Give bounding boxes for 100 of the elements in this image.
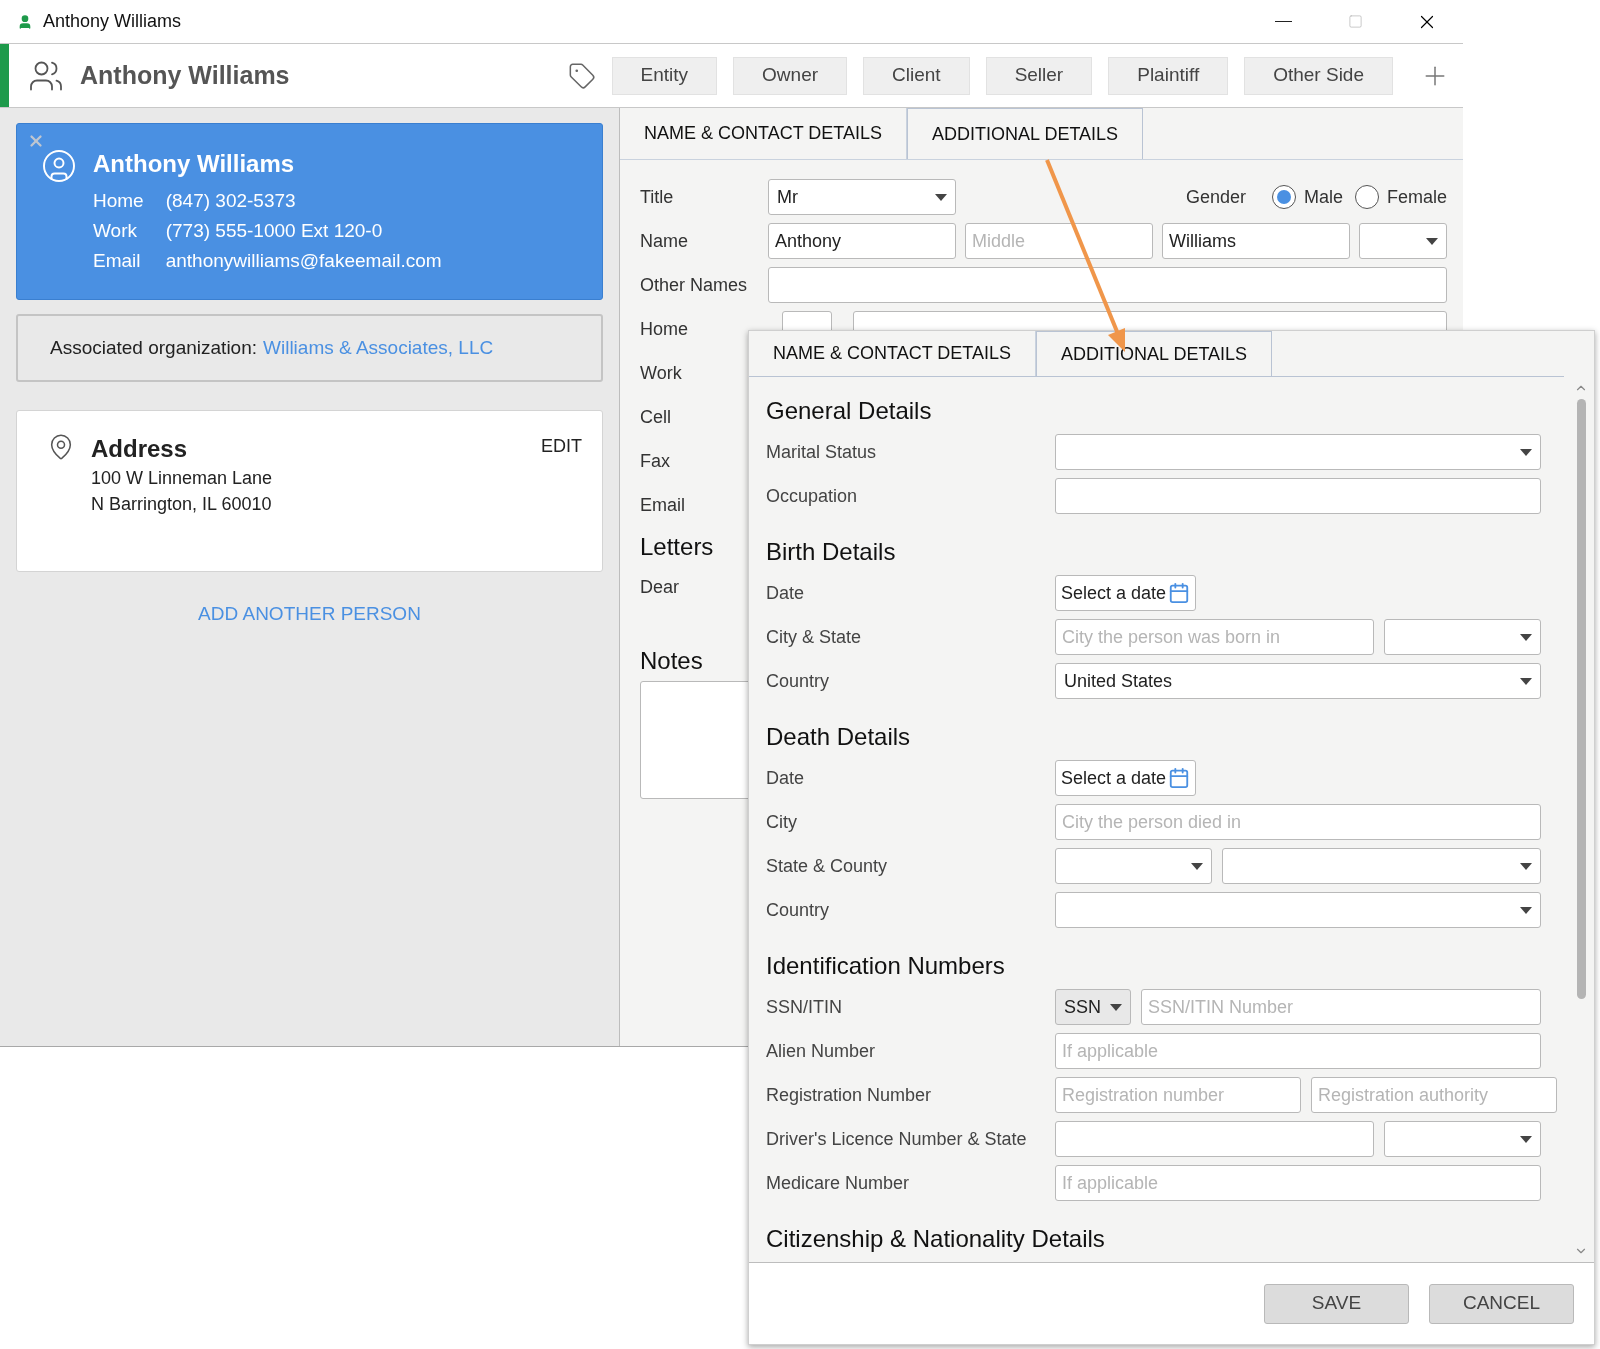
- dropdown[interactable]: [1222, 848, 1541, 884]
- text-field[interactable]: [1055, 1121, 1374, 1157]
- contact-value: (847) 302-5373: [165, 189, 297, 213]
- dropdown-caret-icon: [935, 193, 947, 201]
- text-field[interactable]: Williams: [1162, 223, 1350, 259]
- text-field[interactable]: If applicable: [1055, 1033, 1541, 1069]
- field-label: Title: [640, 185, 675, 209]
- contact-name: Anthony Williams: [80, 59, 290, 91]
- text-field[interactable]: [768, 267, 1447, 303]
- dropdown-caret-icon: [1520, 448, 1532, 456]
- address-line: 100 W Linneman Lane: [91, 467, 274, 490]
- address-line: N Barrington, IL 60010: [91, 493, 273, 516]
- dropdown-caret-icon: [1520, 862, 1532, 870]
- field-label: Medicare Number: [766, 1171, 911, 1195]
- field-label: Fax: [640, 449, 670, 473]
- contact-label: Work: [93, 219, 138, 243]
- dropdown-caret-icon: [1520, 633, 1532, 641]
- role-tag-button[interactable]: Entity: [611, 56, 718, 95]
- field-label: Work: [640, 361, 682, 385]
- accent-stripe: [0, 44, 9, 107]
- field-label: Alien Number: [766, 1039, 877, 1063]
- date-picker[interactable]: Select a date: [1055, 575, 1197, 611]
- field-label: Gender: [1185, 185, 1246, 209]
- text-field[interactable]: Registration authority: [1311, 1077, 1557, 1113]
- field-label: Occupation: [766, 484, 859, 508]
- field-label: Marital Status: [766, 440, 878, 464]
- role-tag-button[interactable]: Seller: [985, 56, 1093, 95]
- association-label: Associated organization:: [50, 335, 257, 360]
- window-title: Anthony Williams: [43, 10, 182, 33]
- field-label: Date: [766, 581, 806, 605]
- contact-value: (773) 555-1000 Ext 120-0: [165, 219, 384, 243]
- section-heading: Letters: [640, 532, 714, 562]
- tag-icon: [567, 61, 596, 90]
- dropdown[interactable]: SSN: [1055, 989, 1131, 1025]
- remove-icon[interactable]: [27, 132, 45, 150]
- field-label: Country: [766, 898, 831, 922]
- dropdown-caret-icon: [1110, 1003, 1122, 1011]
- dropdown[interactable]: [1055, 848, 1212, 884]
- user-icon: [41, 148, 77, 184]
- section-heading: General Details: [766, 396, 932, 426]
- radio-option[interactable]: Male: [1271, 183, 1343, 211]
- field-label: State & County: [766, 854, 889, 878]
- radio-option[interactable]: Female: [1354, 183, 1447, 211]
- field-label: City: [766, 810, 798, 834]
- person-icon: [17, 13, 33, 30]
- section-heading: Citizenship & Nationality Details: [766, 1224, 1105, 1254]
- text-field[interactable]: SSN/ITIN Number: [1141, 989, 1541, 1025]
- dropdown[interactable]: [1384, 1121, 1541, 1157]
- address-title: Address: [91, 434, 188, 464]
- dropdown[interactable]: United States: [1055, 663, 1541, 699]
- tab[interactable]: ADDITIONAL DETAILS: [907, 108, 1144, 159]
- field-label: Driver's Licence Number & State: [766, 1127, 1028, 1151]
- text-field[interactable]: Middle: [965, 223, 1153, 259]
- dropdown-caret-icon: [1520, 906, 1532, 914]
- dropdown[interactable]: [1384, 619, 1541, 655]
- field-label: SSN/ITIN: [766, 995, 843, 1019]
- field-label: Other Names: [640, 273, 749, 297]
- dropdown[interactable]: [1055, 892, 1541, 928]
- calendar-icon: [1168, 767, 1191, 789]
- text-field[interactable]: If applicable: [1055, 1165, 1541, 1201]
- field-label: Home: [640, 317, 689, 341]
- field-label: Name: [640, 229, 689, 253]
- contact-label: Email: [93, 249, 142, 273]
- action-button[interactable]: CANCEL: [1429, 1283, 1574, 1324]
- calendar-icon: [1168, 582, 1191, 604]
- role-tag-button[interactable]: Owner: [733, 56, 848, 95]
- maximize-icon: [1347, 14, 1363, 29]
- field-label: Registration Number: [766, 1083, 933, 1107]
- minimize-icon: [1274, 20, 1292, 23]
- dropdown-caret-icon: [1520, 677, 1532, 685]
- field-label: Email: [640, 493, 685, 517]
- contact-label: Home: [93, 189, 144, 213]
- text-field[interactable]: Registration number: [1055, 1077, 1301, 1113]
- role-tag-button[interactable]: Plaintiff: [1108, 56, 1229, 95]
- dropdown[interactable]: [1359, 223, 1447, 259]
- text-field[interactable]: [1055, 478, 1541, 514]
- dropdown-caret-icon: [1520, 1135, 1532, 1143]
- dropdown-caret-icon: [1426, 237, 1438, 245]
- text-field[interactable]: Anthony: [768, 223, 956, 259]
- section-heading: Death Details: [766, 722, 911, 752]
- section-heading: Birth Details: [766, 537, 896, 567]
- section-heading: Notes: [640, 646, 703, 676]
- dropdown[interactable]: [1055, 434, 1541, 470]
- date-picker[interactable]: Select a date: [1055, 760, 1197, 796]
- field-label: Dear: [640, 575, 679, 599]
- tab[interactable]: ADDITIONAL DETAILS: [1036, 331, 1273, 376]
- field-label: Date: [766, 766, 806, 790]
- role-tag-button[interactable]: Client: [863, 56, 970, 95]
- field-label: Country: [766, 669, 831, 693]
- dropdown-caret-icon: [1191, 862, 1203, 870]
- text-field[interactable]: City the person was born in: [1055, 619, 1374, 655]
- text-field[interactable]: City the person died in: [1055, 804, 1541, 840]
- field-label: City & State: [766, 625, 863, 649]
- contact-card-name: Anthony Williams: [93, 149, 296, 179]
- section-heading: Identification Numbers: [766, 951, 1005, 981]
- action-button[interactable]: SAVE: [1264, 1283, 1409, 1324]
- edit-button[interactable]: EDIT: [541, 433, 582, 459]
- role-tag-button[interactable]: Other Side: [1244, 56, 1393, 95]
- dropdown[interactable]: Mr: [768, 179, 956, 215]
- field-label: Cell: [640, 405, 671, 429]
